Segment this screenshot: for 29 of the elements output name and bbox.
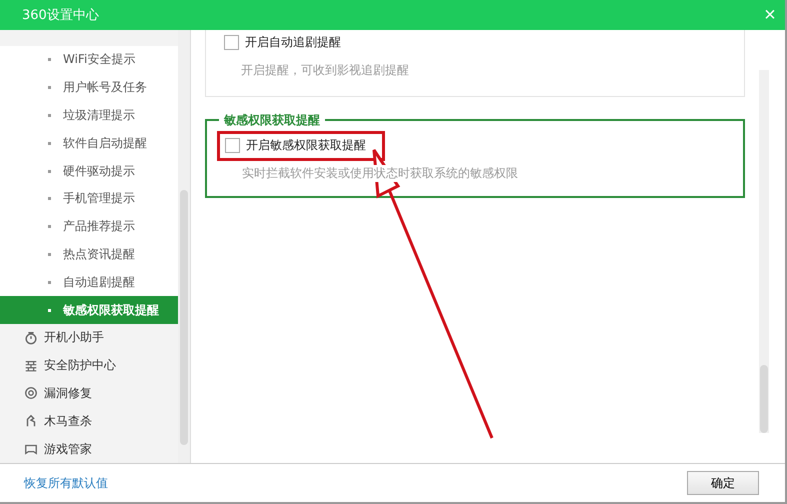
sidebar-subitem[interactable]: 敏感权限获取提醒 <box>0 296 178 324</box>
checkbox[interactable] <box>224 35 239 50</box>
sidebar-subitem[interactable]: 手机管理提示 <box>0 184 178 213</box>
group-title: 敏感权限获取提醒 <box>219 112 325 129</box>
sidebar-subitem[interactable]: WiFi安全提示 <box>0 46 178 74</box>
sidebar-subitem[interactable]: 产品推荐提示 <box>0 212 178 241</box>
refresh-icon <box>24 386 38 400</box>
sidebar-subitem[interactable]: 用户帐号及任务 <box>0 74 178 102</box>
window-title: 360设置中心 <box>22 7 99 24</box>
checkbox[interactable] <box>225 138 240 153</box>
sidebar-item[interactable]: 木马查杀 <box>0 407 178 436</box>
sidebar-item[interactable]: 安全防护中心 <box>0 352 178 380</box>
scrollbar[interactable] <box>759 70 769 433</box>
wall-icon <box>24 358 38 373</box>
sidebar-subitem[interactable]: 自动追剧提醒 <box>0 268 178 296</box>
restore-defaults-link[interactable]: 恢复所有默认值 <box>24 474 108 492</box>
ok-button[interactable]: 确定 <box>687 471 759 495</box>
sidebar-subitem[interactable]: 垃圾清理提示 <box>0 102 178 130</box>
sidebar-subitem[interactable]: 硬件驱动提示 <box>0 157 178 185</box>
checkbox-label[interactable]: 开启敏感权限获取提醒 <box>246 137 366 154</box>
option-description: 开启提醒，可收到影视追剧提醒 <box>241 62 409 79</box>
sidebar-item[interactable]: 开机小助手 <box>0 324 178 352</box>
sidebar-item[interactable]: 漏洞修复 <box>0 380 178 408</box>
sidebar-subitem[interactable]: 热点资讯提醒 <box>0 240 178 268</box>
checkbox-label[interactable]: 开启自动追剧提醒 <box>245 34 341 51</box>
gamepad-icon <box>24 442 38 456</box>
sidebar-subitem[interactable]: 软件自启动提醒 <box>0 129 178 158</box>
timer-icon <box>24 330 38 345</box>
sidebar-item[interactable]: 游戏管家 <box>0 435 178 463</box>
